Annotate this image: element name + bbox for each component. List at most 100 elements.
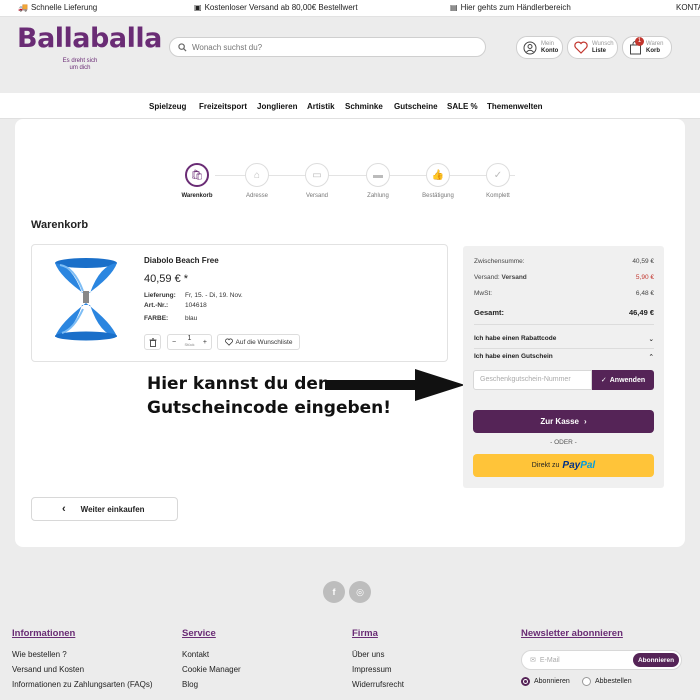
- footer-heading: Informationen: [12, 628, 76, 639]
- search-input[interactable]: [192, 42, 472, 52]
- credit-card-icon: ▬: [366, 163, 390, 187]
- footer-heading: Newsletter abonnieren: [521, 628, 623, 639]
- footer-link[interactable]: Informationen zu Zahlungsarten (FAQs): [12, 680, 153, 689]
- continue-shopping-button[interactable]: ‹ Weiter einkaufen: [31, 497, 178, 521]
- check-icon: ✓: [600, 377, 607, 384]
- step-komplett: ✓ Komplett: [468, 163, 528, 199]
- thumbs-up-icon: 👍: [426, 163, 450, 187]
- box-icon: ▣: [194, 3, 202, 12]
- subtotal-row: Zwischensumme: 40,59 €: [474, 258, 654, 265]
- total-row: Gesamt: 46,49 €: [474, 308, 654, 317]
- product-price: 40,59 € *: [144, 273, 189, 285]
- shipping-row: Versand: Versand 5,90 €: [474, 274, 654, 281]
- shop-icon: ▤: [450, 3, 458, 12]
- free-shipping-info: ▣ Kostenloser Versand ab 80,00€ Bestellwe…: [194, 3, 358, 12]
- nav-item-jonglieren[interactable]: Jonglieren: [257, 102, 297, 111]
- divider: [474, 348, 654, 349]
- chevron-left-icon: ‹: [62, 503, 66, 515]
- footer-heading: Firma: [352, 628, 378, 639]
- footer-information: Informationen Wie bestellen ? Versand un…: [12, 628, 153, 695]
- voucher-toggle[interactable]: Ich habe einen Gutschein ⌃: [474, 353, 654, 361]
- tax-row: MwSt: 6,48 €: [474, 290, 654, 297]
- cart-card: 🛍 Warenkorb ⌂ Adresse ▭ Versand ▬ Zahlun…: [15, 119, 685, 547]
- footer-link[interactable]: Impressum: [352, 665, 404, 674]
- site-header: Ballaballa Es dreht sich um dich MeinKon…: [0, 17, 700, 93]
- nav-item-themenwelten[interactable]: Themenwelten: [487, 102, 543, 111]
- decrease-button[interactable]: −: [172, 339, 176, 346]
- nav-item-sale[interactable]: SALE %: [447, 102, 478, 111]
- instagram-icon[interactable]: ◎: [349, 581, 371, 603]
- product-name[interactable]: Diabolo Beach Free: [144, 256, 219, 265]
- article-number-label: Art.-Nr.:: [144, 302, 169, 309]
- search-bar[interactable]: [169, 37, 486, 57]
- nav-item-artistik[interactable]: Artistik: [307, 102, 335, 111]
- account-button[interactable]: Mein Konto: [516, 36, 563, 59]
- contact-link[interactable]: KONTAKT: [676, 3, 700, 12]
- heart-icon: [224, 338, 233, 346]
- top-info-bar: 🚚 Schnelle Lieferung ▣ Kostenloser Versand…: [0, 0, 700, 17]
- truck-icon: 🚚: [18, 3, 28, 12]
- wishlist-button[interactable]: Wunsch Liste: [567, 36, 618, 59]
- or-divider: - ODER -: [550, 439, 577, 446]
- quantity-unit: Stück: [184, 342, 195, 347]
- page-title: Warenkorb: [31, 219, 89, 231]
- add-to-wishlist-button[interactable]: Auf die Wunschliste: [217, 334, 300, 350]
- step-bestaetigung: 👍 Bestätigung: [408, 163, 468, 199]
- check-icon: ✓: [486, 163, 510, 187]
- truck-icon: ▭: [305, 163, 329, 187]
- increase-button[interactable]: +: [203, 339, 207, 346]
- fast-delivery-info: 🚚 Schnelle Lieferung: [18, 3, 98, 12]
- color-value: blau: [185, 315, 198, 322]
- footer-link[interactable]: Cookie Manager: [182, 665, 241, 674]
- delete-button[interactable]: [144, 334, 161, 350]
- chevron-right-icon: ›: [584, 417, 587, 426]
- footer-link[interactable]: Widerrufsrecht: [352, 680, 404, 689]
- product-image[interactable]: [52, 257, 120, 341]
- footer-service: Service Kontakt Cookie Manager Blog: [182, 628, 241, 695]
- dealer-area-link[interactable]: ▤ Hier gehts zum Händlerbereich: [450, 3, 571, 12]
- divider: [474, 324, 654, 325]
- nav-item-gutscheine[interactable]: Gutscheine: [394, 102, 438, 111]
- chevron-down-icon: ⌄: [648, 336, 654, 343]
- main-nav: Spielzeug Freizeitsport Jonglieren Artis…: [0, 93, 700, 119]
- paypal-button[interactable]: Direkt zu PayPal: [473, 454, 654, 477]
- nav-item-spielzeug[interactable]: Spielzeug: [149, 102, 186, 111]
- subscribe-radio[interactable]: Abonnieren: [521, 677, 570, 686]
- newsletter-subscribe-button[interactable]: Abonnieren: [633, 653, 679, 667]
- chevron-up-icon: ⌃: [648, 354, 654, 361]
- coupon-toggle[interactable]: Ich habe einen Rabattcode ⌄: [474, 335, 654, 343]
- footer-newsletter: Newsletter abonnieren: [521, 628, 623, 650]
- quantity-stepper[interactable]: − 1 Stück +: [167, 334, 212, 350]
- trash-icon: [149, 337, 156, 347]
- unsubscribe-radio[interactable]: Abbestellen: [582, 677, 632, 686]
- arrow-icon: [325, 369, 465, 401]
- footer-company: Firma Über uns Impressum Widerrufsrecht: [352, 628, 404, 695]
- nav-item-schminke[interactable]: Schminke: [345, 102, 383, 111]
- envelope-icon: ✉: [530, 657, 536, 664]
- delivery-value: Fr, 15. - Di, 19. Nov.: [185, 292, 243, 299]
- footer-link[interactable]: Kontakt: [182, 650, 241, 659]
- search-icon: [178, 42, 187, 52]
- step-warenkorb: 🛍 Warenkorb: [167, 163, 227, 199]
- user-icon: [523, 41, 537, 54]
- heart-icon: [574, 41, 588, 54]
- cart-icon: 🛍: [185, 163, 209, 187]
- footer-link[interactable]: Blog: [182, 680, 241, 689]
- voucher-code-input[interactable]: Geschenkgutschein-Nummer: [473, 370, 592, 390]
- apply-voucher-button[interactable]: ✓ Anwenden: [592, 370, 654, 390]
- delivery-label: Lieferung:: [144, 292, 176, 299]
- paypal-logo: PayPal: [562, 460, 596, 471]
- footer-link[interactable]: Versand und Kosten: [12, 665, 153, 674]
- footer-link[interactable]: Über uns: [352, 650, 404, 659]
- cart-button[interactable]: 1 Waren Korb: [622, 36, 672, 59]
- nav-item-freizeitsport[interactable]: Freizeitsport: [199, 102, 247, 111]
- footer-link[interactable]: Wie bestellen ?: [12, 650, 153, 659]
- facebook-icon[interactable]: f: [323, 581, 345, 603]
- order-summary: Zwischensumme: 40,59 € Versand: Versand 5,…: [463, 246, 664, 488]
- cart-line-item: Diabolo Beach Free 40,59 € * Lieferung: …: [31, 244, 448, 362]
- footer-heading: Service: [182, 628, 216, 639]
- step-adresse: ⌂ Adresse: [227, 163, 287, 199]
- logo[interactable]: Ballaballa: [17, 23, 162, 54]
- step-zahlung: ▬ Zahlung: [348, 163, 408, 199]
- checkout-button[interactable]: Zur Kasse ›: [473, 410, 654, 433]
